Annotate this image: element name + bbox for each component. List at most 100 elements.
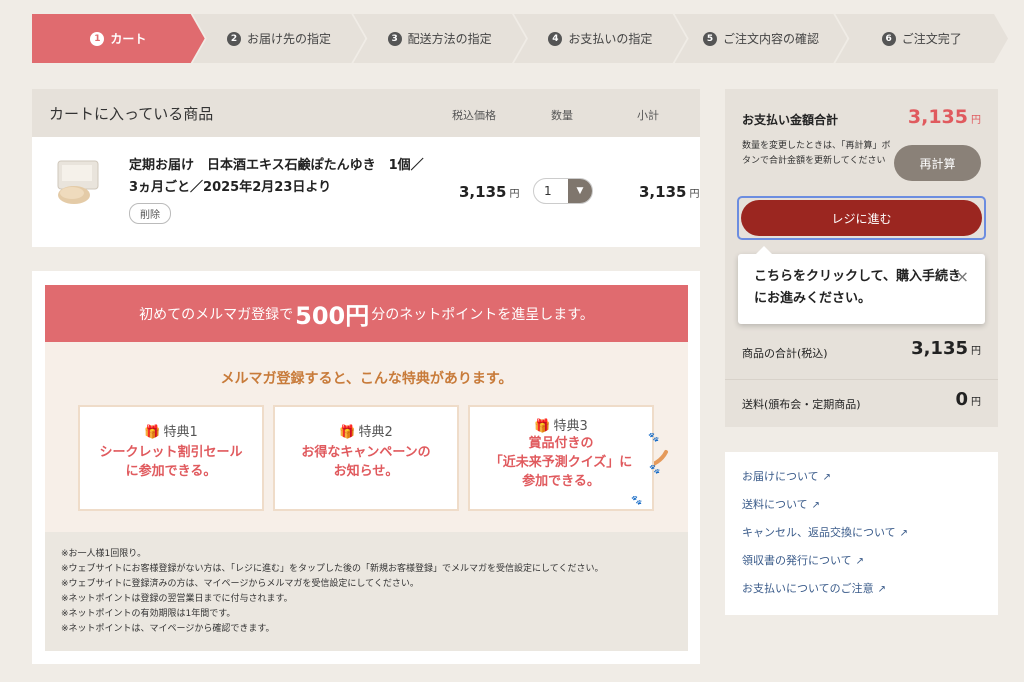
gift-icon: 🎁 xyxy=(144,425,161,440)
col-subtotal-header: 小計 xyxy=(637,109,659,122)
checkout-button-focus-ring: レジに進む xyxy=(737,196,986,240)
checkout-steps: 1 カート 2 お届け先の指定 3 配送方法の指定 4 お支払いの指定 5 ご注文内容の確… xyxy=(32,14,996,63)
link-receipt[interactable]: 領収書の発行について ↗ xyxy=(742,552,981,580)
benefit-description: お得なキャンペーンの お知らせ。 xyxy=(275,443,457,481)
gift-icon: 🎁 xyxy=(534,419,551,434)
step-number: 5 xyxy=(703,32,717,46)
step-confirm: 5 ご注文内容の確認 xyxy=(675,14,848,63)
paw-icon: 🐾 xyxy=(631,496,643,506)
paw-icon: 🐾 xyxy=(648,433,660,443)
summary-total-value: 3,135 xyxy=(907,106,968,128)
promo-body: メルマガ登録すると、こんな特典があります。 🎁 特典1 シークレット割引セール に参… xyxy=(45,342,688,532)
info-links: お届けについて ↗ 送料について ↗ キャンセル、返品交換について ↗ 領収書の発行に… xyxy=(725,452,998,615)
yen-unit: 円 xyxy=(509,189,520,200)
step-label: お支払いの指定 xyxy=(568,32,653,46)
step-label: 配送方法の指定 xyxy=(407,32,492,46)
cart-item-row: 定期お届け 日本酒エキス石鹸ぽたんゆき 1個／3ヵ月ごと／2025年2月23日よ… xyxy=(32,137,700,247)
summary-line-label: 商品の合計(税込) xyxy=(742,347,828,360)
benefit-description: 賞品付きの 「近未来予測クイズ」に 参加できる。 xyxy=(470,434,652,491)
summary-total: 3,135 円 xyxy=(908,106,981,128)
delete-button[interactable]: 削除 xyxy=(129,203,171,224)
promo-subtitle: メルマガ登録すると、こんな特典があります。 xyxy=(220,371,513,387)
external-link-icon: ↗ xyxy=(811,500,821,511)
benefit-title-text: 特典1 xyxy=(163,425,198,440)
step-delivery-address: 2 お届け先の指定 xyxy=(193,14,366,63)
benefit-line: 参加できる。 xyxy=(522,474,600,489)
item-price: 3,135 円 xyxy=(459,183,519,201)
summary-line-shipping: 送料(頒布会・定期商品) 0円 xyxy=(725,379,998,429)
step-label: お届け先の指定 xyxy=(247,32,332,46)
link-shipping-fee[interactable]: 送料について ↗ xyxy=(742,496,981,524)
step-complete: 6 ご注文完了 xyxy=(835,14,1008,63)
promo-banner-text: 初めてのメルマガ登録で xyxy=(139,306,294,323)
promo-notes: ※お一人様1回限り。 ※ウェブサイトにお客様登録がない方は、「レジに進む」をタッ… xyxy=(45,532,688,651)
benefit-title-text: 特典3 xyxy=(553,419,588,434)
quantity-select[interactable]: 1 ▼ xyxy=(533,178,593,204)
link-label: キャンセル、返品交換について xyxy=(742,526,896,539)
col-price-header: 税込価格 xyxy=(452,109,496,122)
chevron-down-icon[interactable]: ▼ xyxy=(568,179,592,203)
step-label: カート xyxy=(110,32,147,46)
summary-line-value: 3,135 円 xyxy=(911,338,981,359)
newsletter-promo: 初めてのメルマガ登録で 500円 分のネットポイントを進呈します。 メルマガ登録する… xyxy=(32,271,700,664)
summary-line-value: 0円 xyxy=(955,389,981,410)
benefit-card-1: 🎁 特典1 シークレット割引セール に参加できる。 xyxy=(78,405,264,511)
benefit-title: 🎁 特典1 xyxy=(80,421,262,440)
product-image[interactable] xyxy=(52,155,102,207)
link-label: 領収書の発行について xyxy=(742,554,852,567)
note-line: ※ウェブサイトに登録済みの方は、マイページからメルマガを受信設定にしてください。 xyxy=(61,579,419,589)
yen-unit: 円 xyxy=(971,397,981,408)
step-number: 3 xyxy=(388,32,402,46)
external-link-icon: ↗ xyxy=(899,528,909,539)
step-payment: 4 お支払いの指定 xyxy=(514,14,687,63)
summary-line-label: 送料(頒布会・定期商品) xyxy=(742,398,861,411)
promo-banner: 初めてのメルマガ登録で 500円 分のネットポイントを進呈します。 xyxy=(45,285,688,342)
benefit-line: 「近未来予測クイズ」に xyxy=(489,455,633,470)
benefit-line: シークレット割引セール xyxy=(99,445,243,460)
link-label: お支払いについてのご注意 xyxy=(742,582,874,595)
benefit-title-text: 特典2 xyxy=(358,425,393,440)
step-number: 6 xyxy=(882,32,896,46)
step-number: 1 xyxy=(90,32,104,46)
external-link-icon: ↗ xyxy=(822,472,832,483)
note-line: ※ウェブサイトにお客様登録がない方は、「レジに進む」をタップした後の「新規お客様… xyxy=(61,564,604,574)
benefit-card-3: 🎁 特典3 賞品付きの 「近未来予測クイズ」に 参加できる。 xyxy=(468,405,654,511)
recalc-note: 数量を変更したときは、「再計算」ボタンで合計金額を更新してください xyxy=(742,141,891,166)
benefit-description: シークレット割引セール に参加できる。 xyxy=(80,443,262,481)
step-number: 2 xyxy=(227,32,241,46)
recalculate-button[interactable]: 再計算 xyxy=(894,145,981,181)
step-cart: 1 カート xyxy=(32,14,205,63)
item-subtotal: 3,135 円 xyxy=(639,183,699,201)
note-line: ※ネットポイントは、マイページから確認できます。 xyxy=(61,624,275,634)
link-cancel-return[interactable]: キャンセル、返品交換について ↗ xyxy=(742,524,981,552)
quantity-value: 1 xyxy=(544,184,552,198)
cart-header: カートに入っている商品 税込価格 数量 小計 xyxy=(32,89,700,137)
benefit-card-2: 🎁 特典2 お得なキャンペーンの お知らせ。 xyxy=(273,405,459,511)
yen-unit: 円 xyxy=(971,115,981,126)
step-number: 4 xyxy=(548,32,562,46)
external-link-icon: ↗ xyxy=(877,584,887,595)
product-name[interactable]: 定期お届け 日本酒エキス石鹸ぽたんゆき 1個／3ヵ月ごと／2025年2月23日よ… xyxy=(129,155,429,199)
step-label: ご注文内容の確認 xyxy=(723,32,820,46)
cart-panel: カートに入っている商品 税込価格 数量 小計 定期お届け 日本酒エキス石鹸ぽたん… xyxy=(32,89,700,247)
tooltip-text: こちらをクリックして、購入手続きにお進みください。 xyxy=(754,269,961,306)
promo-banner-text: 分のネットポイントを進呈します。 xyxy=(371,306,594,323)
benefit-line: に参加できる。 xyxy=(125,464,217,479)
yen-unit: 円 xyxy=(971,346,981,357)
link-delivery[interactable]: お届けについて ↗ xyxy=(742,468,981,496)
close-icon[interactable]: × xyxy=(956,266,969,288)
gift-icon: 🎁 xyxy=(339,425,356,440)
summary-lines: 商品の合計(税込) 3,135 円 送料(頒布会・定期商品) 0円 xyxy=(725,329,998,429)
summary-line-amount: 3,135 xyxy=(911,338,968,359)
link-payment-notes[interactable]: お支払いについてのご注意 ↗ xyxy=(742,580,981,608)
paw-icon: 🐾 xyxy=(649,465,661,475)
checkout-button[interactable]: レジに進む xyxy=(741,200,982,236)
note-line: ※お一人様1回限り。 xyxy=(61,549,147,559)
yen-unit: 円 xyxy=(689,189,700,200)
note-line: ※ネットポイントは登録の翌営業日までに付与されます。 xyxy=(61,594,293,604)
external-link-icon: ↗ xyxy=(855,556,865,567)
step-shipping-method: 3 配送方法の指定 xyxy=(353,14,526,63)
item-price-value: 3,135 xyxy=(459,183,507,201)
benefit-title: 🎁 特典2 xyxy=(275,421,457,440)
note-line: ※ネットポイントの有効期限は1年間です。 xyxy=(61,609,236,619)
